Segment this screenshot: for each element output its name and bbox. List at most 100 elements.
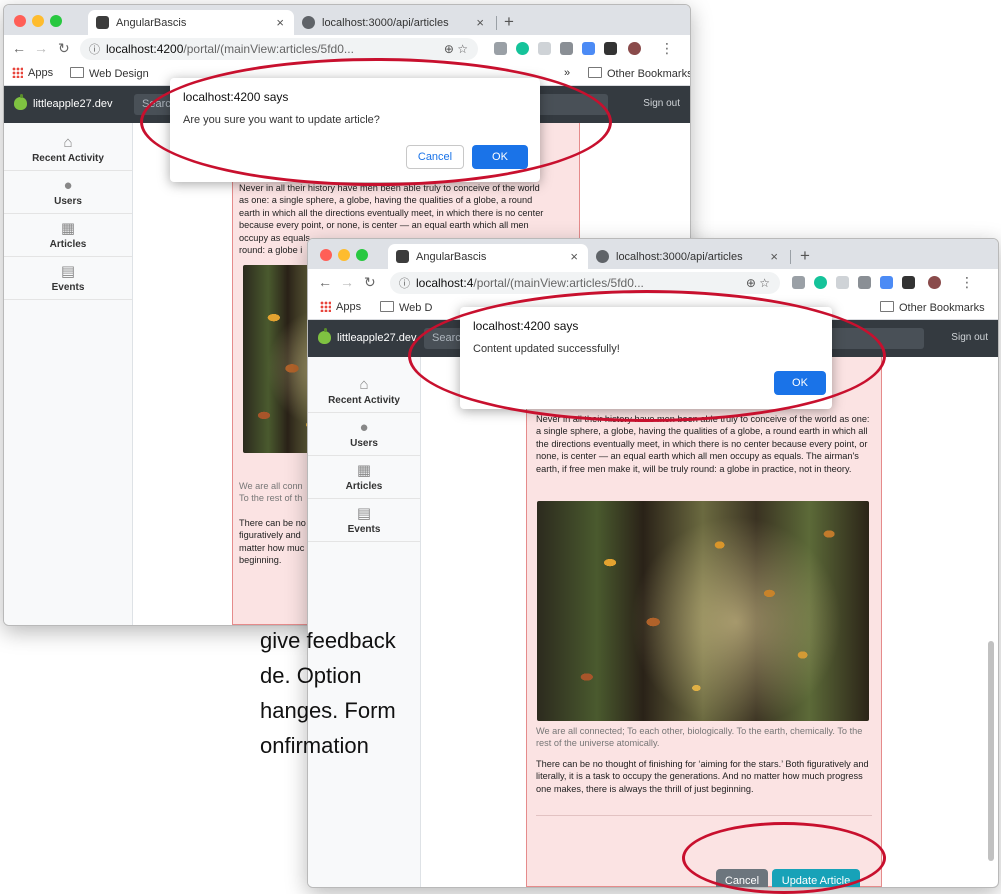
- tab-bar: AngularBascis × localhost:3000/api/artic…: [308, 239, 998, 269]
- apps-grid-icon: [12, 67, 23, 78]
- info-icon[interactable]: ⓘ: [399, 275, 410, 291]
- reload-icon[interactable]: ↻: [58, 40, 70, 57]
- angular-logo-icon: [396, 250, 409, 263]
- sign-out-link[interactable]: Sign out: [951, 332, 988, 343]
- brand-name: littleapple27.dev: [337, 331, 417, 344]
- dialog-message: Content updated successfully!: [473, 343, 620, 355]
- info-icon[interactable]: ⓘ: [89, 41, 100, 57]
- sidebar-item-users[interactable]: ● Users: [308, 413, 420, 456]
- browser-toolbar: ← → ↻ ⓘ localhost:4200 /portal/(mainView…: [4, 35, 690, 63]
- tab-title: localhost:3000/api/articles: [322, 16, 449, 29]
- address-bar[interactable]: ⓘ localhost:4 /portal/(mainView:articles…: [390, 272, 780, 294]
- avatar[interactable]: [628, 42, 641, 55]
- tab-api-articles[interactable]: localhost:3000/api/articles ×: [294, 10, 494, 35]
- tab-title: AngularBascis: [116, 16, 187, 29]
- home-icon: ⌂: [63, 134, 73, 151]
- extension-icon[interactable]: [494, 42, 507, 55]
- sidebar-item-events[interactable]: ▤ Events: [308, 499, 420, 542]
- extension-icon[interactable]: [836, 276, 849, 289]
- new-tab-button[interactable]: +: [800, 246, 810, 266]
- menu-icon[interactable]: ⋮: [660, 40, 674, 57]
- tab-angularbascis[interactable]: AngularBascis ×: [388, 244, 588, 269]
- tab-api-articles[interactable]: localhost:3000/api/articles ×: [588, 244, 788, 269]
- maximize-window-button[interactable]: [356, 249, 368, 261]
- zoom-bookmark-icons[interactable]: ⊕ ☆: [444, 42, 468, 56]
- menu-icon[interactable]: ⋮: [960, 274, 974, 291]
- pen-icon[interactable]: [582, 42, 595, 55]
- forward-arrow-icon[interactable]: →: [340, 274, 354, 290]
- article-caption: We are all connected; To each other, bio…: [536, 726, 863, 749]
- bookmarks-more[interactable]: »: [564, 67, 570, 79]
- slide-text-line: give feedback: [260, 628, 396, 653]
- apple-logo-icon: [318, 328, 331, 344]
- ok-button[interactable]: OK: [472, 145, 528, 169]
- calendar-icon: ▤: [356, 505, 372, 522]
- extension-icon[interactable]: [560, 42, 573, 55]
- browser-toolbar: ← → ↻ ⓘ localhost:4 /portal/(mainView:ar…: [308, 269, 998, 297]
- reload-icon[interactable]: ↻: [364, 274, 376, 291]
- puzzle-icon[interactable]: [604, 42, 617, 55]
- grammarly-icon[interactable]: [814, 276, 827, 289]
- close-tab-icon[interactable]: ×: [476, 15, 484, 30]
- ok-button[interactable]: OK: [774, 371, 826, 395]
- forward-arrow-icon[interactable]: →: [34, 40, 48, 56]
- grammarly-icon[interactable]: [516, 42, 529, 55]
- url-path: /portal/(mainView:articles/5fd0...: [473, 276, 644, 290]
- close-tab-icon[interactable]: ×: [770, 249, 778, 264]
- sign-out-link[interactable]: Sign out: [643, 98, 680, 109]
- sidebar-item-recent-activity[interactable]: ⌂ Recent Activity: [4, 123, 132, 171]
- bookmark-web-design[interactable]: Web D: [380, 301, 432, 314]
- bookmark-apps[interactable]: Apps: [12, 67, 53, 79]
- extension-icon[interactable]: [792, 276, 805, 289]
- angular-logo-icon: [96, 16, 109, 29]
- sidebar-item-events[interactable]: ▤ Events: [4, 257, 132, 300]
- update-article-button[interactable]: Update Article: [772, 869, 860, 887]
- bookmark-apps[interactable]: Apps: [320, 301, 361, 313]
- brand-name: littleapple27.dev: [33, 97, 113, 110]
- tab-bar: AngularBascis × localhost:3000/api/artic…: [4, 5, 690, 35]
- tab-angularbascis[interactable]: AngularBascis ×: [88, 10, 294, 35]
- bookmark-other[interactable]: Other Bookmarks: [880, 301, 985, 314]
- back-arrow-icon[interactable]: ←: [12, 40, 26, 56]
- avatar[interactable]: [928, 276, 941, 289]
- extension-icon[interactable]: [538, 42, 551, 55]
- url-host: localhost:4: [416, 276, 474, 290]
- new-tab-button[interactable]: +: [504, 12, 514, 32]
- pen-icon[interactable]: [880, 276, 893, 289]
- slide-text-line: de. Option: [260, 663, 362, 688]
- tab-separator: [496, 16, 497, 30]
- brand[interactable]: littleapple27.dev: [14, 94, 113, 110]
- scrollbar[interactable]: [988, 641, 994, 861]
- close-tab-icon[interactable]: ×: [276, 15, 284, 30]
- sidebar-item-users[interactable]: ● Users: [4, 171, 132, 214]
- slide-text-line: hanges. Form: [260, 698, 396, 723]
- maximize-window-button[interactable]: [50, 15, 62, 27]
- close-window-button[interactable]: [14, 15, 26, 27]
- user-icon: ●: [63, 177, 73, 194]
- tab-separator: [790, 250, 791, 264]
- bookmark-web-design[interactable]: Web Design: [70, 67, 149, 80]
- minimize-window-button[interactable]: [338, 249, 350, 261]
- bookmark-other[interactable]: Other Bookmarks: [588, 67, 690, 80]
- zoom-bookmark-icons[interactable]: ⊕ ☆: [746, 276, 770, 290]
- puzzle-icon[interactable]: [902, 276, 915, 289]
- dialog-title: localhost:4200 says: [183, 90, 289, 104]
- url-host: localhost:4200: [106, 42, 184, 56]
- tab-title: localhost:3000/api/articles: [616, 250, 743, 263]
- close-tab-icon[interactable]: ×: [570, 249, 578, 264]
- folder-icon: [70, 67, 84, 78]
- minimize-window-button[interactable]: [32, 15, 44, 27]
- sidebar-item-articles[interactable]: ▦ Articles: [308, 456, 420, 499]
- sidebar-item-recent-activity[interactable]: ⌂ Recent Activity: [308, 357, 420, 413]
- brand[interactable]: littleapple27.dev: [318, 328, 417, 344]
- back-arrow-icon[interactable]: ←: [318, 274, 332, 290]
- close-window-button[interactable]: [320, 249, 332, 261]
- success-dialog: localhost:4200 says Content updated succ…: [460, 307, 832, 409]
- cancel-button[interactable]: Cancel: [716, 869, 768, 887]
- address-bar[interactable]: ⓘ localhost:4200 /portal/(mainView:artic…: [80, 38, 478, 60]
- sidebar-item-articles[interactable]: ▦ Articles: [4, 214, 132, 257]
- cancel-button[interactable]: Cancel: [406, 145, 464, 169]
- article-image: [537, 501, 869, 721]
- extension-icon[interactable]: [858, 276, 871, 289]
- browser-window-front: AngularBascis × localhost:3000/api/artic…: [307, 238, 999, 888]
